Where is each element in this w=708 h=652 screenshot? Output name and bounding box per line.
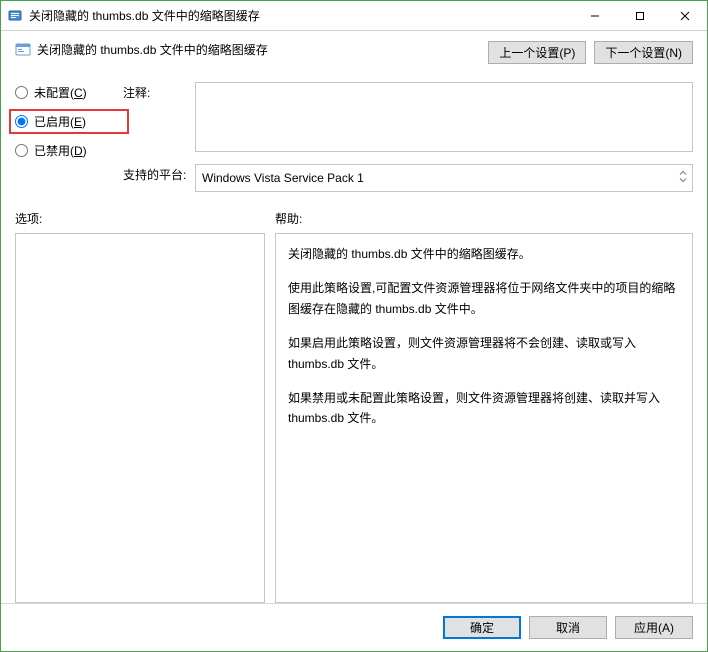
- help-text: 如果启用此策略设置，则文件资源管理器将不会创建、读取或写入 thumbs.db …: [288, 333, 680, 374]
- radio-not-configured-label: 未配置(C): [34, 84, 87, 101]
- section-labels: 选项: 帮助:: [15, 210, 693, 227]
- cancel-button[interactable]: 取消: [529, 616, 607, 639]
- help-text: 使用此策略设置,可配置文件资源管理器将位于网络文件夹中的项目的缩略图缓存在隐藏的…: [288, 278, 680, 319]
- supported-platform-value: Windows Vista Service Pack 1: [202, 171, 364, 185]
- next-setting-button[interactable]: 下一个设置(N): [594, 41, 693, 64]
- options-label: 选项:: [15, 210, 275, 227]
- close-button[interactable]: [662, 1, 707, 30]
- apply-button[interactable]: 应用(A): [615, 616, 693, 639]
- policy-editor-window: 关闭隐藏的 thumbs.db 文件中的缩略图缓存: [0, 0, 708, 652]
- ok-button[interactable]: 确定: [443, 616, 521, 639]
- maximize-button[interactable]: [617, 1, 662, 30]
- previous-setting-button[interactable]: 上一个设置(P): [488, 41, 586, 64]
- radio-not-configured-input[interactable]: [15, 86, 28, 99]
- supported-platform-box: Windows Vista Service Pack 1: [195, 164, 693, 192]
- panels: 关闭隐藏的 thumbs.db 文件中的缩略图缓存。 使用此策略设置,可配置文件…: [15, 233, 693, 603]
- state-radio-group: 未配置(C) 已启用(E) 已禁用(D): [15, 82, 123, 192]
- window-title: 关闭隐藏的 thumbs.db 文件中的缩略图缓存: [29, 7, 572, 24]
- radio-disabled-input[interactable]: [15, 144, 28, 157]
- radio-enabled[interactable]: 已启用(E): [9, 109, 129, 134]
- radio-disabled-label: 已禁用(D): [34, 142, 87, 159]
- platform-label: 支持的平台:: [123, 164, 195, 183]
- content-area: 关闭隐藏的 thumbs.db 文件中的缩略图缓存 上一个设置(P) 下一个设置…: [1, 31, 707, 603]
- setting-title: 关闭隐藏的 thumbs.db 文件中的缩略图缓存: [37, 41, 268, 58]
- radio-enabled-label: 已启用(E): [34, 113, 86, 130]
- radio-disabled[interactable]: 已禁用(D): [15, 142, 123, 159]
- app-icon: [7, 8, 23, 24]
- dialog-footer: 确定 取消 应用(A): [1, 603, 707, 651]
- radio-not-configured[interactable]: 未配置(C): [15, 84, 123, 101]
- chevron-up-down-icon: [678, 170, 688, 187]
- titlebar: 关闭隐藏的 thumbs.db 文件中的缩略图缓存: [1, 1, 707, 31]
- comment-label: 注释:: [123, 82, 195, 101]
- header-row: 关闭隐藏的 thumbs.db 文件中的缩略图缓存 上一个设置(P) 下一个设置…: [15, 41, 693, 64]
- options-panel: [15, 233, 265, 603]
- top-config-area: 未配置(C) 已启用(E) 已禁用(D) 注释: 支持的平台:: [15, 82, 693, 192]
- radio-enabled-input[interactable]: [15, 115, 28, 128]
- comment-textarea[interactable]: [195, 82, 693, 152]
- minimize-button[interactable]: [572, 1, 617, 30]
- help-text: 关闭隐藏的 thumbs.db 文件中的缩略图缓存。: [288, 244, 680, 264]
- help-label: 帮助:: [275, 210, 302, 227]
- setting-icon: [15, 42, 31, 58]
- window-controls: [572, 1, 707, 30]
- help-panel: 关闭隐藏的 thumbs.db 文件中的缩略图缓存。 使用此策略设置,可配置文件…: [275, 233, 693, 603]
- help-text: 如果禁用或未配置此策略设置，则文件资源管理器将创建、读取并写入 thumbs.d…: [288, 388, 680, 429]
